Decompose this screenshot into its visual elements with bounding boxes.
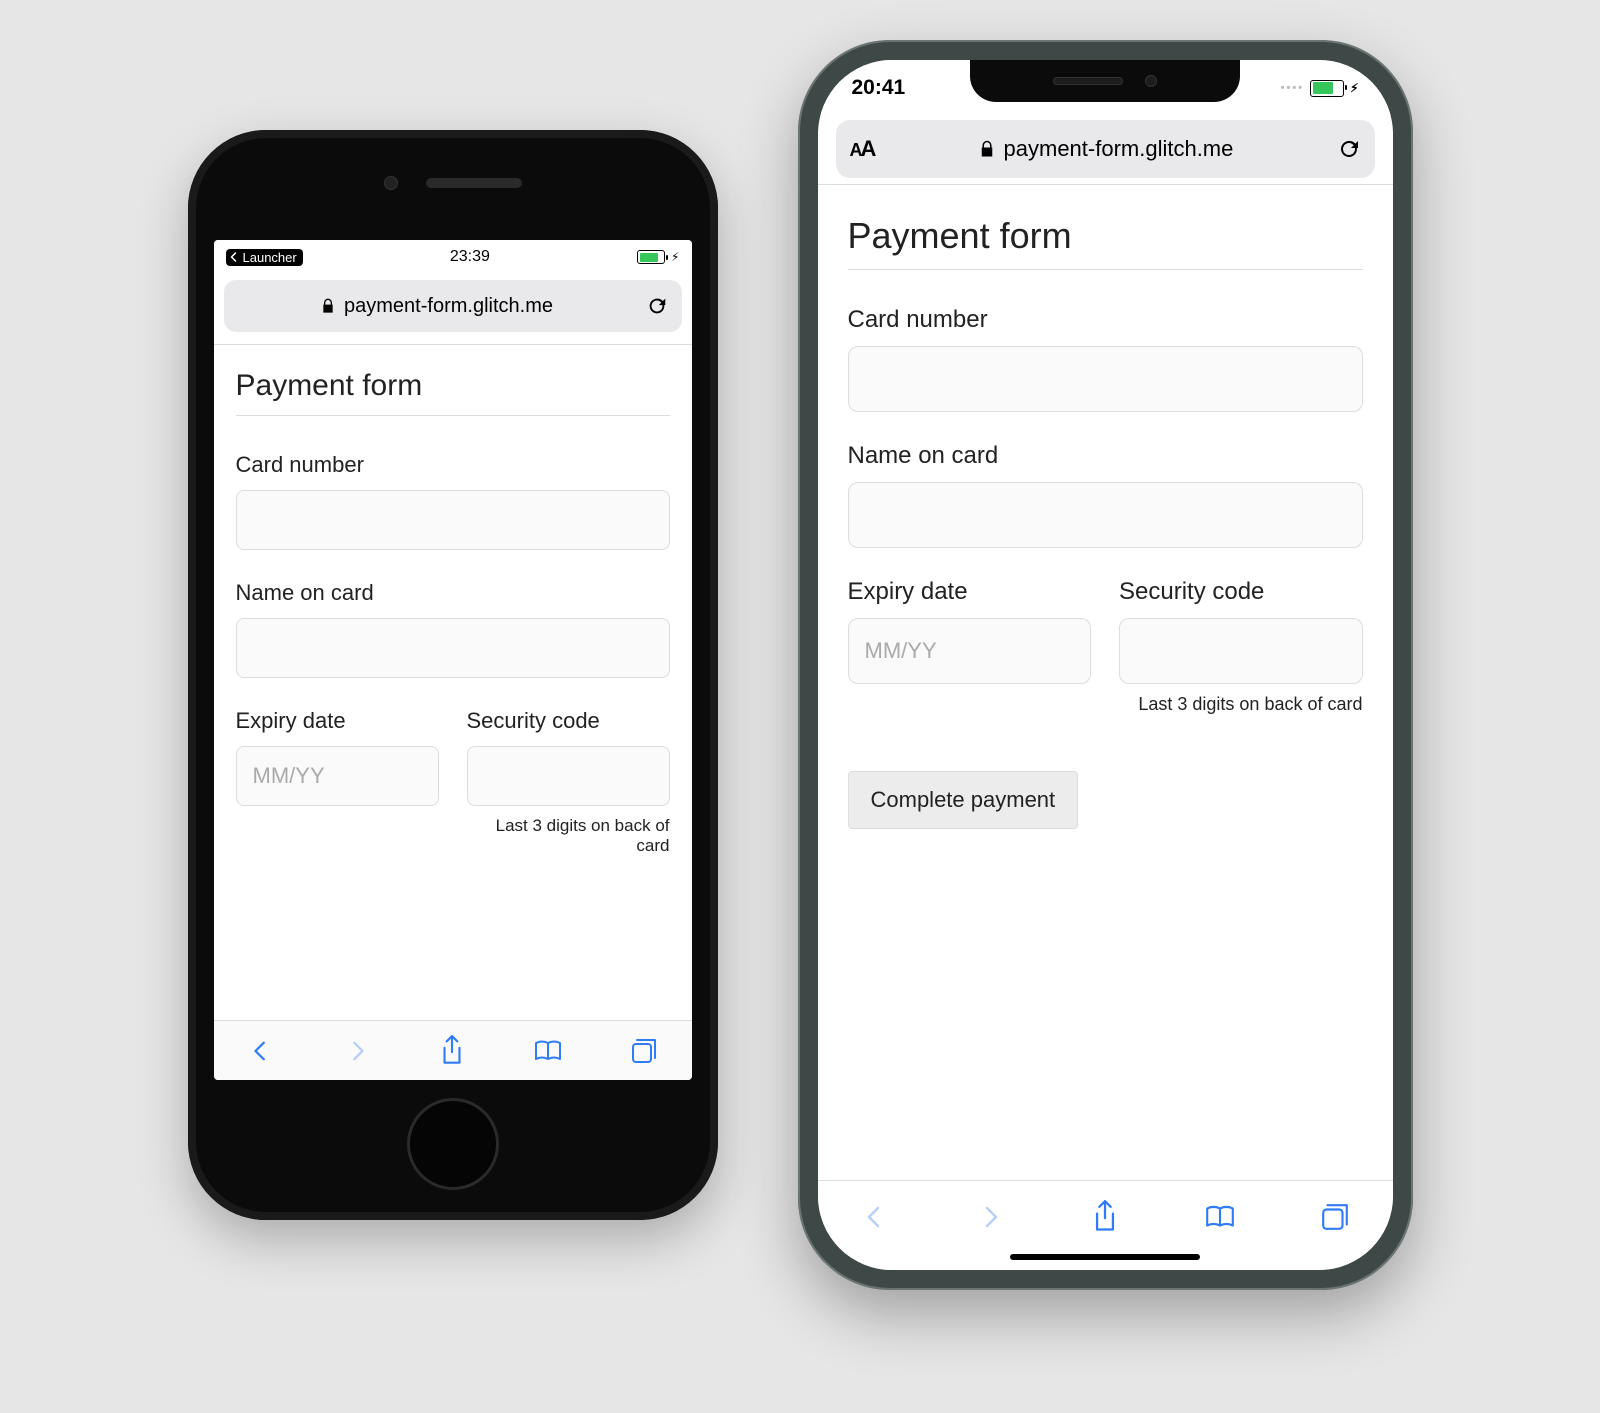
back-app-label: Launcher xyxy=(243,250,297,265)
security-code-label: Security code xyxy=(467,708,670,734)
book-icon xyxy=(533,1038,563,1064)
reader-mode-button[interactable]: AA xyxy=(850,136,875,162)
security-code-label: Security code xyxy=(1119,578,1363,606)
iphone-11-frame: 20:41 •••• ⚡︎ AA payment-form.glitch.me … xyxy=(798,40,1413,1290)
expiry-label: Expiry date xyxy=(848,578,1092,606)
chevron-right-icon xyxy=(346,1037,368,1065)
top-sensors xyxy=(188,176,718,190)
phone-b-screen: 20:41 •••• ⚡︎ AA payment-form.glitch.me … xyxy=(818,60,1393,1270)
earpiece-speaker-icon xyxy=(1053,77,1123,85)
name-on-card-input[interactable] xyxy=(236,618,670,678)
share-icon xyxy=(1091,1200,1119,1234)
card-number-label: Card number xyxy=(236,452,670,478)
battery-icon xyxy=(1310,80,1344,97)
nav-back-button[interactable] xyxy=(244,1034,278,1068)
charging-icon: ⚡︎ xyxy=(1350,81,1358,95)
complete-payment-button[interactable]: Complete payment xyxy=(848,771,1079,829)
security-code-input[interactable] xyxy=(467,746,670,806)
security-code-hint: Last 3 digits on back of card xyxy=(1119,694,1363,715)
title-divider xyxy=(236,415,670,416)
expiry-input[interactable] xyxy=(236,746,439,806)
page-title: Payment form xyxy=(848,215,1363,257)
page-content: Payment form Card number Name on card Ex… xyxy=(818,185,1393,1180)
browser-url-bar[interactable]: AA payment-form.glitch.me xyxy=(836,120,1375,178)
reload-icon[interactable] xyxy=(646,295,668,317)
front-camera-icon xyxy=(384,176,398,190)
url-text: payment-form.glitch.me xyxy=(1004,136,1234,162)
tabs-icon xyxy=(630,1037,658,1065)
charging-icon: ⚡︎ xyxy=(671,250,679,264)
name-on-card-label: Name on card xyxy=(848,442,1363,470)
nav-back-button[interactable] xyxy=(858,1200,892,1234)
status-time: 23:39 xyxy=(450,248,490,266)
chevron-right-icon xyxy=(978,1202,1002,1232)
share-button[interactable] xyxy=(435,1034,469,1068)
lock-icon xyxy=(978,139,996,159)
bookmarks-button[interactable] xyxy=(531,1034,565,1068)
card-number-input[interactable] xyxy=(236,490,670,550)
tabs-button[interactable] xyxy=(627,1034,661,1068)
signal-icon: •••• xyxy=(1281,82,1304,94)
card-number-label: Card number xyxy=(848,306,1363,334)
earpiece-speaker-icon xyxy=(426,178,522,188)
status-bar: Launcher 23:39 ⚡︎ xyxy=(214,240,692,274)
iphone-8-frame: Launcher 23:39 ⚡︎ payment-form.glitch.me… xyxy=(188,130,718,1220)
title-divider xyxy=(848,269,1363,270)
chevron-left-icon xyxy=(250,1037,272,1065)
nav-forward-button[interactable] xyxy=(973,1200,1007,1234)
phone-a-screen: Launcher 23:39 ⚡︎ payment-form.glitch.me… xyxy=(214,240,692,1080)
share-button[interactable] xyxy=(1088,1200,1122,1234)
nav-forward-button[interactable] xyxy=(340,1034,374,1068)
display-notch xyxy=(970,60,1240,102)
url-text: payment-form.glitch.me xyxy=(344,295,553,318)
chevron-left-icon xyxy=(863,1202,887,1232)
page-content: Payment form Card number Name on card Ex… xyxy=(214,345,692,1020)
battery-icon xyxy=(637,250,665,264)
back-to-app-button[interactable]: Launcher xyxy=(226,249,303,266)
lock-icon xyxy=(320,297,336,315)
bookmarks-button[interactable] xyxy=(1203,1200,1237,1234)
tabs-button[interactable] xyxy=(1318,1200,1352,1234)
front-camera-icon xyxy=(1145,75,1157,87)
expiry-label: Expiry date xyxy=(236,708,439,734)
status-time: 20:41 xyxy=(852,76,906,100)
card-number-input[interactable] xyxy=(848,346,1363,412)
security-code-hint: Last 3 digits on back of card xyxy=(467,816,670,856)
tabs-icon xyxy=(1320,1202,1350,1232)
reload-icon[interactable] xyxy=(1337,137,1361,161)
home-button[interactable] xyxy=(407,1098,499,1190)
expiry-input[interactable] xyxy=(848,618,1092,684)
browser-toolbar xyxy=(214,1020,692,1080)
chevron-left-icon xyxy=(228,251,240,263)
browser-url-bar[interactable]: payment-form.glitch.me xyxy=(224,280,682,332)
security-code-input[interactable] xyxy=(1119,618,1363,684)
name-on-card-input[interactable] xyxy=(848,482,1363,548)
book-icon xyxy=(1204,1203,1236,1231)
share-icon xyxy=(439,1035,465,1067)
name-on-card-label: Name on card xyxy=(236,580,670,606)
page-title: Payment form xyxy=(236,369,670,403)
home-indicator[interactable] xyxy=(1010,1254,1200,1260)
